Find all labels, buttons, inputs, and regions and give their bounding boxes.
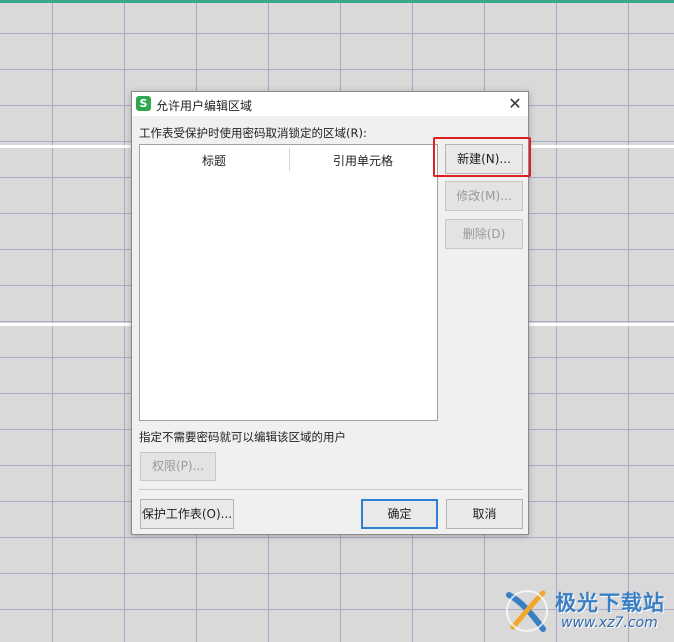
column-separator[interactable] (289, 148, 290, 171)
watermark-url: www.xz7.com (561, 615, 658, 631)
top-accent-bar (0, 0, 674, 3)
ranges-label: 工作表受保护时使用密码取消锁定的区域(R): (139, 126, 367, 140)
site-watermark: 极光下载站 www.xz7.com (503, 585, 668, 637)
ok-button[interactable]: 确定 (361, 499, 438, 529)
protect-sheet-button[interactable]: 保护工作表(O)... (140, 499, 234, 529)
divider (139, 489, 523, 490)
column-header-reference[interactable]: 引用单元格 (333, 152, 393, 169)
highlight-annotation (433, 137, 531, 177)
modify-range-button[interactable]: 修改(M)... (445, 181, 523, 211)
cancel-button[interactable]: 取消 (446, 499, 523, 529)
permissions-button[interactable]: 权限(P)... (140, 452, 216, 481)
column-header-title[interactable]: 标题 (202, 152, 226, 169)
users-label: 指定不需要密码就可以编辑该区域的用户 (139, 430, 346, 444)
xz7-logo-icon (506, 590, 548, 632)
wps-spreadsheet-icon: S (136, 96, 151, 111)
delete-range-button[interactable]: 删除(D) (445, 219, 523, 249)
dialog-titlebar: S 允许用户编辑区域 ✕ (132, 92, 528, 116)
dialog-title: 允许用户编辑区域 (156, 99, 253, 113)
close-icon[interactable]: ✕ (504, 93, 526, 115)
ranges-list[interactable]: 标题 引用单元格 (139, 144, 438, 421)
watermark-site-title: 极光下载站 (555, 591, 665, 615)
allow-users-edit-ranges-dialog: S 允许用户编辑区域 ✕ 工作表受保护时使用密码取消锁定的区域(R): 标题 引… (131, 91, 531, 535)
